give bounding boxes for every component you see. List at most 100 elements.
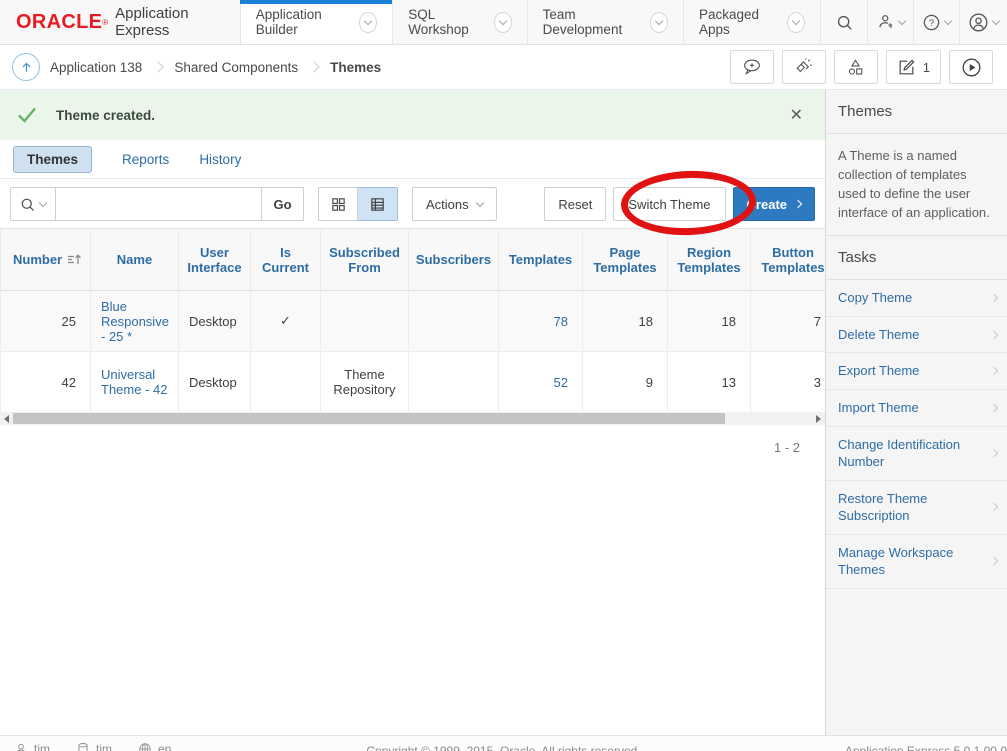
column-header-templates[interactable]: Templates	[499, 229, 583, 291]
sidebar-title: Themes	[826, 90, 1007, 134]
column-header-number[interactable]: Number	[1, 229, 91, 291]
user-account-menu-button[interactable]	[959, 0, 1007, 44]
task-label: Delete Theme	[838, 326, 919, 344]
chevron-down-icon	[897, 16, 905, 24]
column-header-subscribers[interactable]: Subscribers	[409, 229, 499, 291]
task-copy-theme[interactable]: Copy Theme	[826, 280, 1007, 317]
svg-text:?: ?	[929, 18, 934, 29]
column-header-page-templates[interactable]: Page Templates	[583, 229, 668, 291]
edit-page-button[interactable]: 1	[886, 50, 941, 84]
icon-view-button[interactable]	[318, 187, 358, 221]
cell-is-current: ✓	[251, 291, 321, 352]
run-application-button[interactable]	[949, 50, 993, 84]
column-header-is-current[interactable]: Is Current	[251, 229, 321, 291]
shapes-icon	[846, 58, 865, 77]
cell-subscribed-from: Theme Repository	[321, 352, 409, 413]
column-header-user-interface[interactable]: User Interface	[179, 229, 251, 291]
scrollbar-thumb[interactable]	[13, 413, 725, 424]
help-icon: ?	[922, 13, 941, 32]
shared-components-button[interactable]	[834, 50, 878, 84]
scroll-right-arrow[interactable]	[812, 412, 825, 425]
actions-label: Actions	[426, 197, 469, 212]
right-sidebar: Themes A Theme is a named collection of …	[825, 90, 1007, 735]
cell-button-templates: 7	[751, 291, 826, 352]
cell-subscribed-from	[321, 291, 409, 352]
chevron-right-icon	[990, 330, 998, 338]
column-header-subscribed-from[interactable]: Subscribed From	[321, 229, 409, 291]
task-label: Change Identification Number	[838, 436, 991, 471]
cell-page-templates: 18	[583, 291, 668, 352]
success-message-banner: Theme created. ✕	[0, 90, 825, 140]
tab-reports[interactable]: Reports	[122, 152, 169, 167]
cell-region-templates: 18	[668, 291, 751, 352]
administration-menu-button[interactable]	[867, 0, 913, 44]
tab-themes[interactable]: Themes	[13, 146, 92, 173]
actions-menu-button[interactable]: Actions	[412, 187, 497, 221]
close-icon[interactable]: ✕	[784, 105, 809, 125]
task-change-identification-number[interactable]: Change Identification Number	[826, 427, 1007, 481]
theme-link[interactable]: Universal Theme - 42	[101, 367, 167, 397]
cell-number: 25	[1, 291, 91, 352]
task-manage-workspace-themes[interactable]: Manage Workspace Themes	[826, 535, 1007, 589]
chevron-down-icon[interactable]	[494, 12, 512, 33]
arrow-up-icon	[20, 61, 33, 74]
cell-page-templates: 9	[583, 352, 668, 413]
templates-link[interactable]: 52	[554, 375, 568, 390]
nav-utility-icons: ?	[820, 0, 1007, 44]
user-icon	[968, 12, 989, 33]
chevron-down-icon[interactable]	[359, 12, 377, 33]
play-icon	[961, 57, 982, 78]
utilities-button[interactable]	[782, 50, 826, 84]
task-import-theme[interactable]: Import Theme	[826, 390, 1007, 427]
search-button[interactable]	[821, 0, 867, 44]
create-button[interactable]: Create	[733, 187, 815, 221]
search-input[interactable]	[56, 187, 262, 221]
cell-subscribers	[409, 291, 499, 352]
region-tab-bar: Themes Reports History	[0, 140, 825, 179]
cell-name: Universal Theme - 42	[91, 352, 179, 413]
up-one-level-button[interactable]	[12, 53, 40, 81]
nav-tab-label: Application Builder	[256, 7, 350, 37]
chevron-down-icon[interactable]	[650, 12, 668, 33]
search-column-selector-button[interactable]	[10, 187, 56, 221]
scroll-left-arrow[interactable]	[0, 412, 13, 425]
column-header-region-templates[interactable]: Region Templates	[668, 229, 751, 291]
chevron-down-icon[interactable]	[787, 12, 805, 33]
search-icon	[836, 14, 853, 31]
column-header-button-templates[interactable]: Button Templates	[751, 229, 826, 291]
cell-region-templates: 13	[668, 352, 751, 413]
go-button[interactable]: Go	[262, 187, 304, 221]
nav-tab-sql-workshop[interactable]: SQL Workshop	[392, 0, 526, 44]
cell-button-templates: 3	[751, 352, 826, 413]
cell-number: 42	[1, 352, 91, 413]
task-label: Import Theme	[838, 399, 919, 417]
feedback-button[interactable]	[730, 50, 774, 84]
column-header-name[interactable]: Name	[91, 229, 179, 291]
breadcrumb-separator-icon	[308, 61, 319, 72]
templates-link[interactable]: 78	[554, 314, 568, 329]
theme-link[interactable]: Blue Responsive - 25 *	[101, 299, 169, 344]
report-view-button[interactable]	[358, 187, 398, 221]
nav-tab-application-builder[interactable]: Application Builder	[240, 0, 392, 44]
edit-pencil-icon	[897, 58, 916, 77]
task-export-theme[interactable]: Export Theme	[826, 353, 1007, 390]
help-menu-button[interactable]: ?	[913, 0, 959, 44]
breadcrumb-application[interactable]: Application 138	[50, 60, 142, 75]
reset-button[interactable]: Reset	[544, 187, 606, 221]
tab-history[interactable]: History	[199, 152, 241, 167]
task-label: Copy Theme	[838, 289, 912, 307]
registered-mark-icon: ®	[102, 18, 108, 27]
edit-page-number: 1	[923, 60, 930, 75]
breadcrumb-shared-components[interactable]: Shared Components	[174, 60, 298, 75]
nav-tab-team-development[interactable]: Team Development	[527, 0, 683, 44]
horizontal-scrollbar[interactable]	[0, 412, 825, 425]
nav-tab-packaged-apps[interactable]: Packaged Apps	[683, 0, 820, 44]
task-delete-theme[interactable]: Delete Theme	[826, 317, 1007, 354]
nav-tab-label: Team Development	[543, 7, 641, 37]
nav-tab-label: Packaged Apps	[699, 7, 778, 37]
switch-theme-button[interactable]: Switch Theme	[613, 187, 725, 221]
chevron-right-icon	[990, 557, 998, 565]
oracle-apex-logo: ORACLE® Application Express	[0, 0, 240, 44]
task-restore-theme-subscription[interactable]: Restore Theme Subscription	[826, 481, 1007, 535]
sidebar-description: A Theme is a named collection of templat…	[826, 134, 1007, 236]
